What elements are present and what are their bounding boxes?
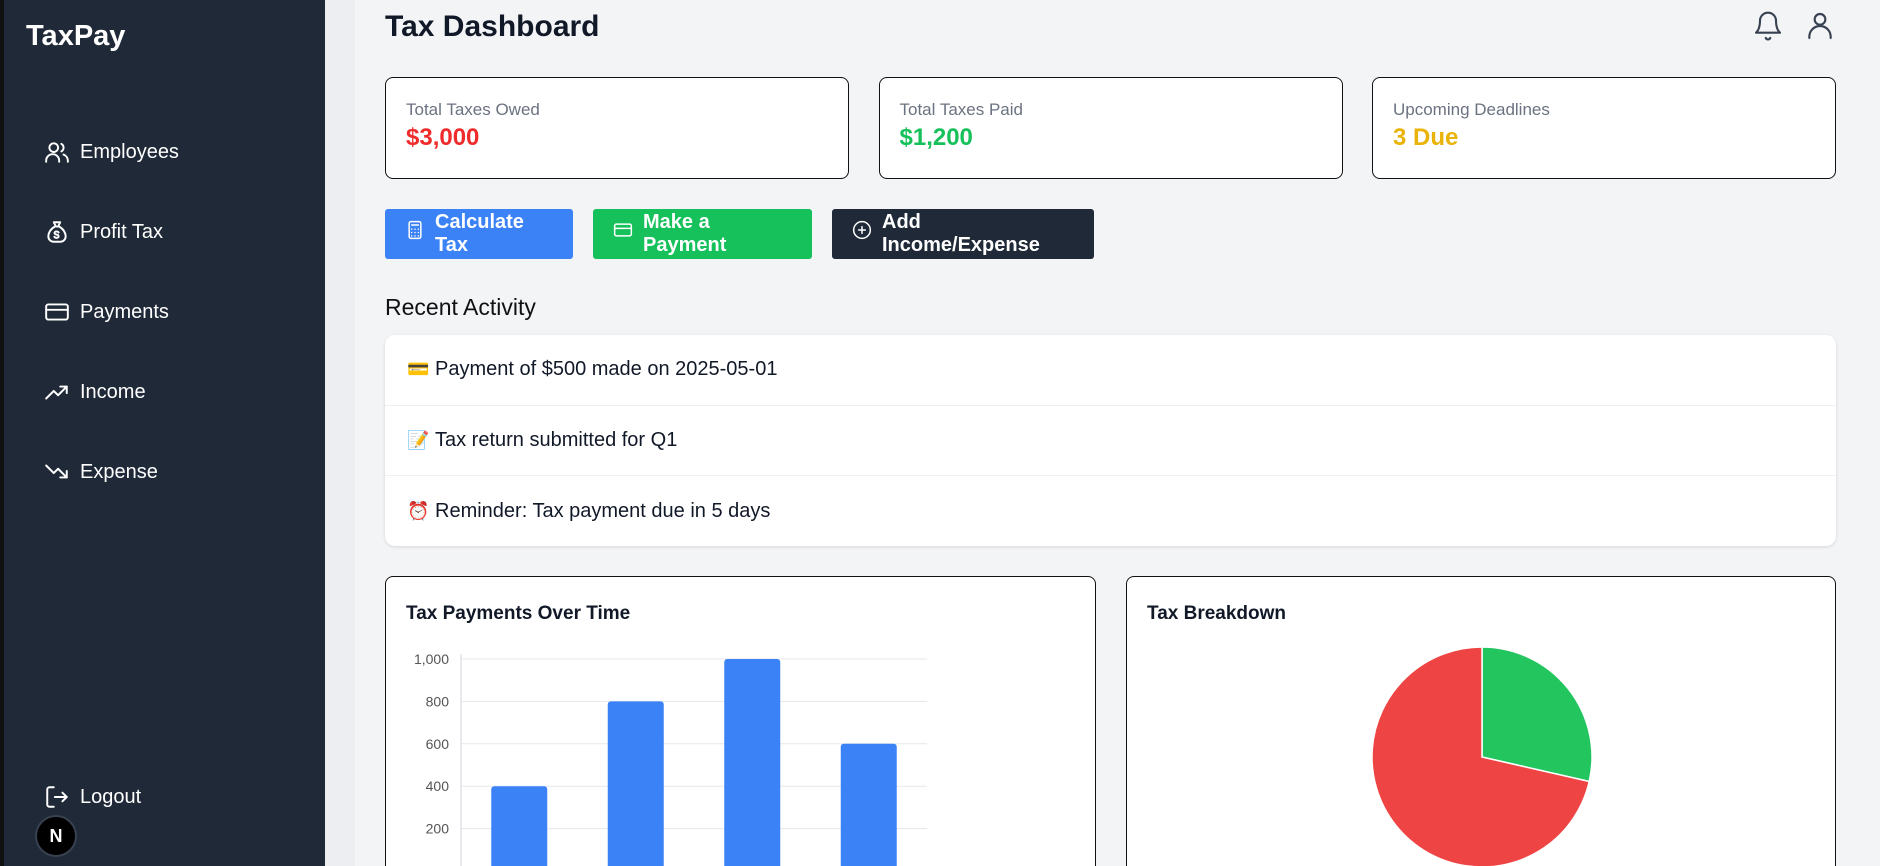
y-tick-label: 400: [426, 778, 450, 794]
calculator-icon: [408, 220, 422, 240]
y-tick-label: 1,000: [414, 651, 449, 667]
bar[interactable]: [491, 786, 548, 866]
sidebar-item-label: Income: [80, 380, 146, 403]
sidebar-item-label: Payments: [80, 300, 169, 323]
sidebar-item-label: Employees: [80, 140, 179, 163]
list-item: ⏰ Reminder: Tax payment due in 5 days: [385, 476, 1836, 547]
avatar-badge[interactable]: N: [35, 815, 77, 857]
button-label: Make a Payment: [643, 211, 727, 256]
memo-icon: 📝: [407, 429, 430, 450]
user-icon[interactable]: [1804, 10, 1836, 42]
sidebar-item-label: Profit Tax: [80, 220, 163, 243]
y-tick-label: 200: [426, 821, 450, 837]
sidebar: TaxPay Employees Profit Tax Payments Inc…: [0, 0, 325, 866]
list-item: 💳 Payment of $500 made on 2025-05-01: [385, 335, 1836, 406]
card-value: $1,200: [899, 124, 973, 151]
content-gutter: [325, 0, 355, 866]
trending-down-icon: [45, 464, 68, 479]
y-tick-label: 800: [426, 693, 450, 709]
header-icons: [1752, 10, 1836, 42]
tax-breakdown-chart-card: Tax Breakdown: [1126, 576, 1836, 866]
bar[interactable]: [840, 743, 897, 866]
recent-activity-list: 💳 Payment of $500 made on 2025-05-01 📝 T…: [385, 335, 1836, 546]
button-label: Calculate Tax: [435, 211, 524, 256]
activity-text: Payment of $500 made on 2025-05-01: [435, 358, 778, 381]
credit-card-icon: [45, 303, 69, 321]
list-item: 📝 Tax return submitted for Q1: [385, 406, 1836, 476]
page-title: Tax Dashboard: [385, 10, 600, 43]
pie-chart: [1371, 646, 1593, 866]
money-bag-icon: [47, 221, 67, 243]
plus-circle-icon: [852, 220, 872, 240]
calculate-tax-button[interactable]: Calculate Tax: [385, 209, 573, 259]
bar-chart: 1,000 800 600 400 200: [414, 651, 927, 866]
card-label: Total Taxes Owed: [406, 100, 540, 119]
card-taxes-paid: Total Taxes Paid $1,200: [878, 77, 1343, 179]
activity-text: Tax return submitted for Q1: [435, 428, 678, 451]
add-income-expense-button[interactable]: Add Income/Expense: [832, 209, 1094, 259]
bar[interactable]: [724, 659, 781, 866]
main-content: Tax Dashboard Total Taxes Owed $3,000 To…: [385, 0, 1836, 866]
sidebar-item-profit-tax[interactable]: Profit Tax: [44, 192, 179, 272]
bar[interactable]: [607, 701, 664, 866]
logout-label: Logout: [80, 785, 142, 808]
sidebar-item-expense[interactable]: Expense: [44, 432, 179, 512]
logout-button[interactable]: Logout: [44, 784, 141, 810]
users-icon: [45, 142, 69, 163]
credit-card-icon: [613, 223, 633, 237]
button-label: Add Income/Expense: [882, 211, 1040, 256]
sidebar-item-label: Expense: [80, 460, 158, 483]
activity-text: Reminder: Tax payment due in 5 days: [435, 499, 771, 522]
sidebar-nav: Employees Profit Tax Payments Income Exp…: [44, 112, 179, 512]
bell-icon[interactable]: [1752, 10, 1784, 42]
alarm-clock-icon: ⏰: [407, 500, 430, 521]
sidebar-item-employees[interactable]: Employees: [44, 112, 179, 192]
action-buttons: Calculate Tax Make a Payment Add Income/…: [385, 209, 1094, 259]
payment-card-icon: 💳: [407, 359, 430, 380]
brand-logo[interactable]: TaxPay: [26, 20, 125, 53]
sidebar-item-payments[interactable]: Payments: [44, 272, 179, 352]
card-label: Total Taxes Paid: [899, 100, 1023, 119]
card-label: Upcoming Deadlines: [1393, 100, 1550, 119]
y-tick-label: 600: [426, 736, 450, 752]
card-taxes-owed: Total Taxes Owed $3,000: [385, 77, 849, 179]
make-payment-button[interactable]: Make a Payment: [593, 209, 812, 259]
card-value: 3 Due: [1393, 124, 1459, 151]
card-upcoming-deadlines: Upcoming Deadlines 3 Due: [1372, 77, 1836, 179]
recent-activity-title: Recent Activity: [385, 294, 536, 320]
sidebar-item-income[interactable]: Income: [44, 352, 179, 432]
trending-up-icon: [45, 385, 68, 400]
card-value: $3,000: [406, 124, 480, 151]
summary-cards: Total Taxes Owed $3,000 Total Taxes Paid…: [385, 77, 1836, 179]
logout-icon: [46, 786, 68, 808]
tax-payments-chart-card: Tax Payments Over Time 1,000 800 600 400 200: [385, 576, 1096, 866]
